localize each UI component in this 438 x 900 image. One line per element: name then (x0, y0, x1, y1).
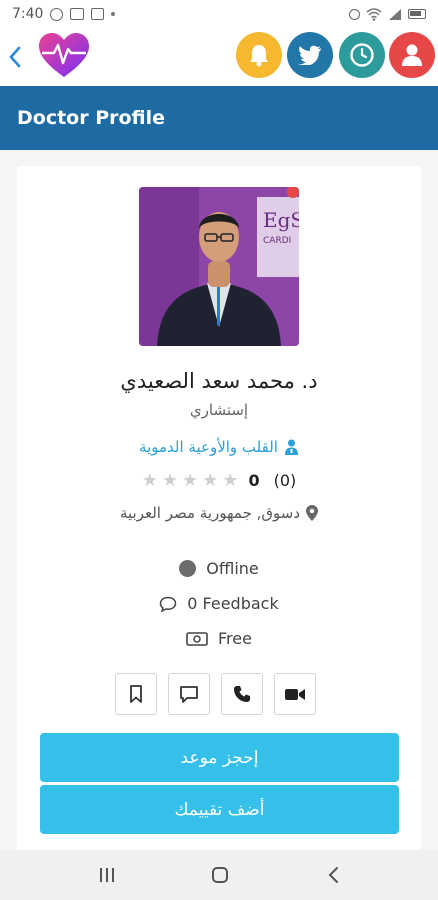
star-icon: ★ (182, 470, 199, 491)
add-review-button[interactable]: أضف تقييمك (40, 785, 399, 834)
phone-icon (234, 686, 250, 702)
system-back-button[interactable] (318, 860, 348, 890)
doctor-profile-card: EgS CARDI د. محمد سعد الصعيدي إستشاري ال… (17, 166, 421, 866)
doctor-icon (284, 439, 298, 455)
rating-count: (0) (273, 471, 297, 490)
money-icon (186, 631, 208, 646)
status-row: Offline (17, 559, 421, 578)
recent-apps-button[interactable] (92, 860, 122, 890)
video-call-button[interactable] (274, 673, 316, 715)
alarm-icon (349, 8, 360, 20)
page-header: Doctor Profile (0, 86, 438, 150)
status-time: 7:40 (12, 6, 44, 22)
home-icon (212, 867, 228, 883)
bird-icon (298, 45, 321, 65)
star-icon: ★ (141, 470, 158, 491)
page-title: Doctor Profile (17, 107, 166, 129)
book-appointment-button[interactable]: إحجز موعد (40, 733, 399, 782)
location-label: دسوق, جمهورية مصر العربية (119, 504, 301, 522)
notification-dot-icon (111, 12, 116, 16)
rating-row: ★ ★ ★ ★ ★ 0 (0) (17, 470, 421, 491)
photo-banner-text-1: EgS (263, 208, 299, 232)
bookmark-icon (130, 685, 142, 703)
signal-icon (389, 8, 401, 20)
feedback-label: 0 Feedback (187, 594, 279, 613)
notifications-button[interactable] (236, 32, 282, 78)
appointments-button[interactable] (339, 32, 385, 78)
offline-dot-icon (179, 560, 197, 577)
status-bar: 7:40 (0, 0, 438, 28)
doctor-specialty[interactable]: القلب والأوعية الدموية (17, 438, 421, 456)
bookmark-button[interactable] (115, 673, 157, 715)
back-icon (9, 46, 21, 68)
battery-icon (408, 9, 426, 19)
recent-apps-icon (100, 868, 114, 882)
bell-icon (250, 45, 268, 67)
doctor-location: دسوق, جمهورية مصر العربية (17, 504, 421, 522)
top-app-bar (0, 28, 438, 86)
image-icon (70, 8, 85, 20)
doctor-name: د. محمد سعد الصعيدي (120, 369, 318, 393)
back-button[interactable] (8, 38, 30, 76)
rating-score: 0 (248, 471, 260, 490)
clock-icon (350, 43, 374, 67)
system-navigation-bar (0, 850, 438, 900)
star-icon: ★ (222, 470, 239, 491)
specialty-label: القلب والأوعية الدموية (139, 438, 278, 456)
wifi-icon (366, 7, 382, 21)
location-pin-icon (306, 505, 319, 521)
fee-label: Free (218, 629, 252, 648)
account-button[interactable] (389, 32, 435, 78)
home-button[interactable] (205, 860, 235, 890)
whatsapp-icon (50, 7, 64, 21)
doctor-photo: EgS CARDI (139, 187, 299, 346)
comment-icon (160, 596, 177, 612)
video-icon (285, 688, 305, 700)
chevron-left-icon (328, 867, 338, 883)
fee-row: Free (17, 629, 421, 648)
status-label: Offline (206, 559, 259, 578)
chat-icon (180, 686, 198, 703)
feedback-row[interactable]: 0 Feedback (17, 594, 421, 613)
chat-button[interactable] (168, 673, 210, 715)
doctor-title: إستشاري (189, 401, 249, 419)
call-button[interactable] (221, 673, 263, 715)
star-icon: ★ (202, 470, 219, 491)
star-icon: ★ (161, 470, 179, 491)
mail-icon (91, 8, 105, 20)
twitter-button[interactable] (287, 32, 333, 78)
heart-logo-icon (36, 31, 92, 81)
user-icon (402, 44, 422, 66)
photo-banner-text-2: CARDI (263, 236, 291, 246)
contact-actions (115, 673, 316, 715)
